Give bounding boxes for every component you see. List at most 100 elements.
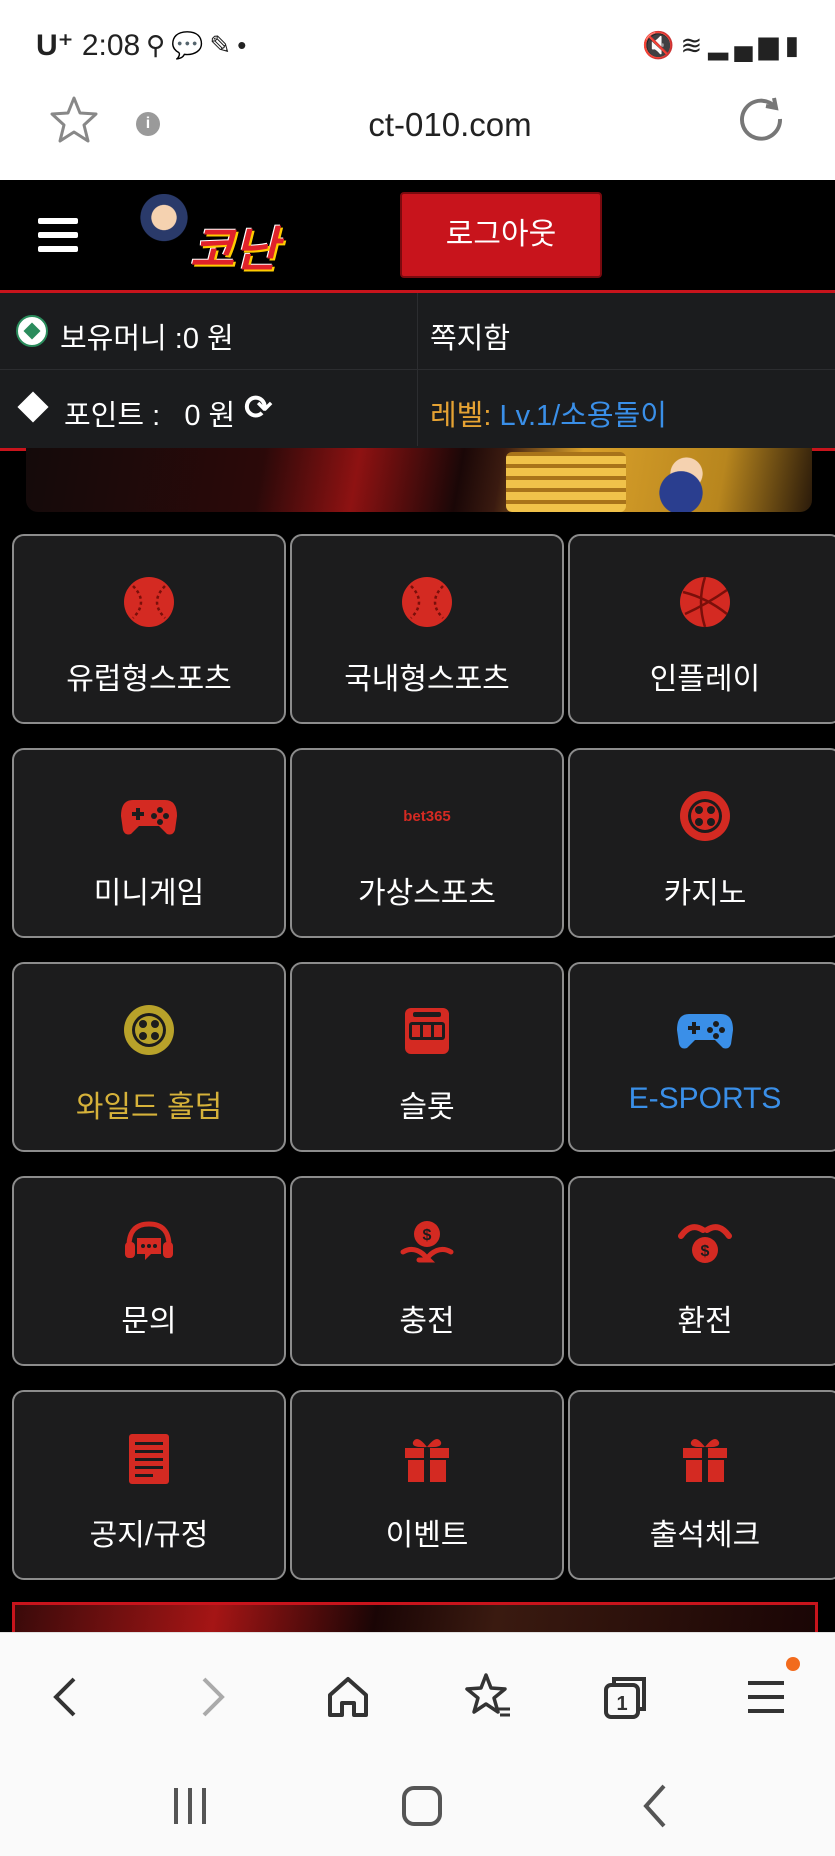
- menu-tile[interactable]: 슬롯: [290, 962, 564, 1152]
- casino-chip-icon: [570, 786, 835, 846]
- back-icon[interactable]: [40, 1669, 96, 1725]
- menu-tile[interactable]: 와일드 홀덤: [12, 962, 286, 1152]
- clock: 2:08: [81, 29, 141, 62]
- mascot-image: [626, 448, 736, 512]
- point-cell: 포인트 : 0 원 ⟳: [0, 370, 418, 446]
- hamburger-menu-icon[interactable]: [38, 218, 78, 254]
- gamepad-icon: [14, 786, 284, 846]
- money-label: 보유머니 :0 원: [60, 323, 234, 355]
- home-nav-icon[interactable]: [392, 1776, 452, 1836]
- browser-toolbar: 1: [0, 1632, 835, 1753]
- money-cell: 보유머니 :0 원: [0, 293, 418, 369]
- account-info-panel: 보유머니 :0 원 쪽지함 포인트 : 0 원 ⟳ 레벨: Lv.1/소용돌이: [0, 293, 835, 451]
- soccer-ball-icon: [16, 315, 48, 347]
- tab-count: 1: [616, 1693, 627, 1715]
- menu-tile[interactable]: bet365 가상스포츠: [290, 748, 564, 938]
- poker-chip-icon: [14, 1000, 284, 1060]
- slot-machine-icon: [292, 1000, 562, 1060]
- menu-tile-label: 출석체크: [649, 1519, 761, 1552]
- menu-tile[interactable]: $ 환전: [568, 1176, 835, 1366]
- mute-icon: ✎: [209, 30, 238, 60]
- wifi-icon: ≋: [680, 30, 709, 60]
- logout-button[interactable]: 로그아웃: [400, 192, 602, 278]
- withdraw-icon: $: [570, 1214, 835, 1274]
- menu-tile[interactable]: 카지노: [568, 748, 835, 938]
- chat-icon: 💬: [171, 30, 210, 60]
- menu-tile-label: 미니게임: [93, 877, 205, 910]
- menu-tile-label: 슬롯: [399, 1091, 455, 1124]
- menu-tile-label: 인플레이: [649, 663, 761, 696]
- menu-tile[interactable]: $ 충전: [290, 1176, 564, 1366]
- menu-tile-label: 충전: [399, 1305, 455, 1338]
- message-cell[interactable]: 쪽지함: [418, 293, 835, 369]
- bottom-banner[interactable]: [12, 1602, 818, 1635]
- menu-tile-label: 가상스포츠: [358, 877, 496, 910]
- notification-icons: ⚲💬✎•: [146, 30, 252, 61]
- gift-icon: [292, 1428, 562, 1488]
- refresh-icon[interactable]: ⟳: [244, 388, 273, 428]
- reload-icon[interactable]: [736, 94, 786, 144]
- level-cell: 레벨: Lv.1/소용돌이: [418, 370, 835, 446]
- menu-tile[interactable]: 국내형스포츠: [290, 534, 564, 724]
- site-logo[interactable]: 코난: [120, 188, 300, 284]
- bet365-icon: bet365: [292, 786, 562, 846]
- carrier-label: U⁺: [36, 29, 74, 62]
- notification-badge: [786, 1657, 800, 1671]
- browser-url-bar: i ct-010.com: [0, 70, 835, 181]
- system-icons: 🔇≋▂▄▆▮: [642, 30, 805, 61]
- level-label: 레벨:: [430, 400, 500, 432]
- recent-apps-icon[interactable]: [160, 1776, 220, 1836]
- headset-icon: [14, 1214, 284, 1274]
- coins-image: [506, 452, 626, 512]
- volleyball-icon: [570, 572, 835, 632]
- logo-text: 코난: [190, 222, 279, 278]
- menu-icon[interactable]: [738, 1669, 794, 1725]
- promo-banner[interactable]: [26, 448, 812, 512]
- menu-tile[interactable]: E-SPORTS: [568, 962, 835, 1152]
- message-box-link[interactable]: 쪽지함: [430, 315, 510, 357]
- point-label: 포인트 : 0 원: [64, 400, 236, 432]
- menu-tile-label: E-SPORTS: [628, 1082, 782, 1115]
- diamond-icon: [17, 391, 49, 423]
- menu-tile-label: 카지노: [663, 877, 747, 910]
- menu-tile[interactable]: 공지/규정: [12, 1390, 286, 1580]
- level-value: Lv.1/소용돌이: [499, 400, 667, 432]
- menu-tile[interactable]: 미니게임: [12, 748, 286, 938]
- svg-text:$: $: [701, 1243, 710, 1260]
- home-icon[interactable]: [320, 1669, 376, 1725]
- level-text: 레벨: Lv.1/소용돌이: [430, 392, 667, 434]
- android-nav-bar: [0, 1752, 835, 1856]
- site-header: 코난 로그아웃: [0, 180, 835, 293]
- menu-tile[interactable]: 유럽형스포츠: [12, 534, 286, 724]
- deposit-icon: $: [292, 1214, 562, 1274]
- baseball-icon: [292, 572, 562, 632]
- tabs-icon[interactable]: 1: [598, 1669, 654, 1725]
- bookmark-star-icon[interactable]: [48, 94, 100, 146]
- gift-icon: [570, 1428, 835, 1488]
- mute-icon: 🔇: [642, 30, 681, 60]
- baseball-icon: [14, 572, 284, 632]
- menu-tile-label: 와일드 홀덤: [75, 1091, 223, 1124]
- svg-text:$: $: [423, 1227, 432, 1244]
- url-text[interactable]: ct-010.com: [250, 106, 650, 144]
- menu-tile-label: 이벤트: [385, 1519, 469, 1552]
- notice-icon: [14, 1428, 284, 1488]
- menu-tile[interactable]: 인플레이: [568, 534, 835, 724]
- menu-tile-label: 유럽형스포츠: [66, 663, 232, 696]
- forward-icon[interactable]: [182, 1669, 238, 1725]
- menu-tile[interactable]: 출석체크: [568, 1390, 835, 1580]
- menu-tile-label: 국내형스포츠: [344, 663, 510, 696]
- bet365-logo-text: bet365: [403, 807, 451, 825]
- dot-icon: •: [237, 30, 253, 60]
- link-icon: ⚲: [146, 30, 172, 60]
- menu-tile-label: 공지/규정: [89, 1519, 209, 1552]
- menu-tile[interactable]: 문의: [12, 1176, 286, 1366]
- mascot-image: [132, 194, 196, 278]
- bookmarks-icon[interactable]: [460, 1669, 516, 1725]
- menu-tile[interactable]: 이벤트: [290, 1390, 564, 1580]
- site-info-icon[interactable]: i: [136, 112, 160, 136]
- signal-icon: ▂▄▆: [708, 30, 785, 60]
- back-nav-icon[interactable]: [626, 1776, 686, 1836]
- menu-tile-label: 환전: [677, 1305, 733, 1338]
- gamepad-icon: [570, 1000, 835, 1060]
